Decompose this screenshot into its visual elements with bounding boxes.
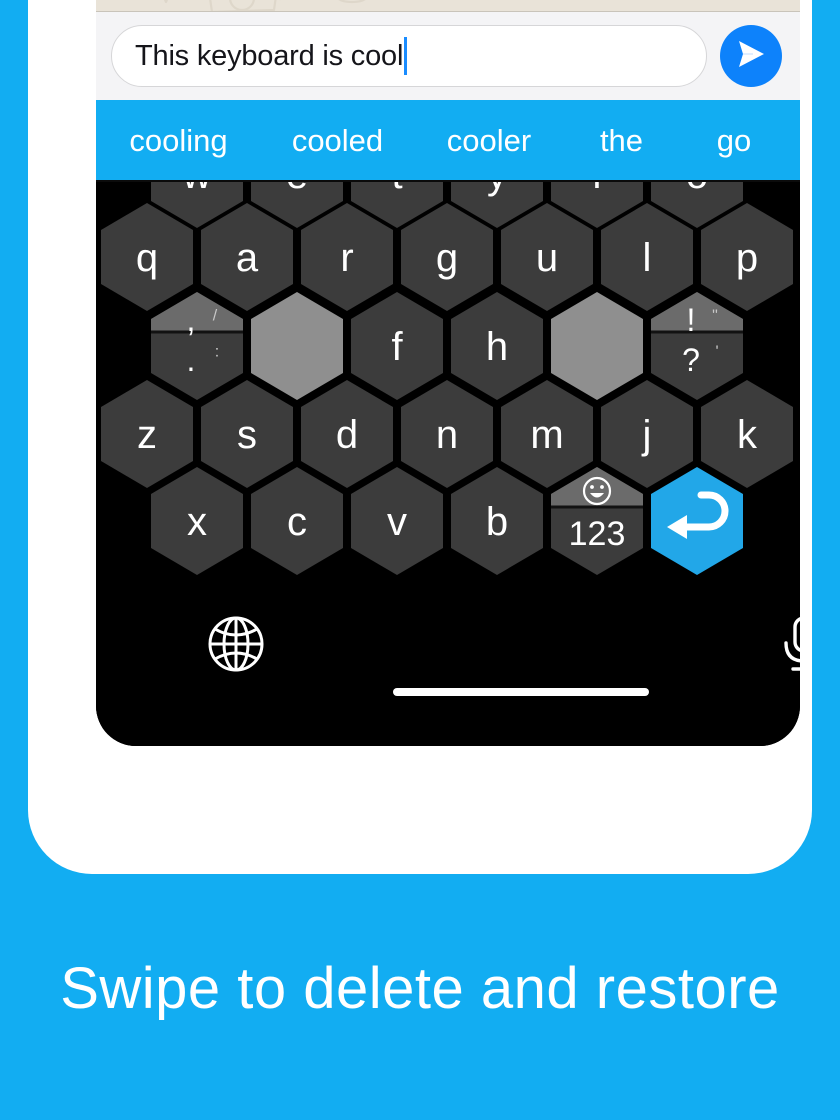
key-p[interactable]: p [701,203,793,311]
key-comma-period[interactable]: , /.: [151,292,243,400]
key-l-label: l [643,236,652,280]
key-a-label: a [236,236,259,280]
key-a[interactable]: a [201,203,293,311]
key-g-label: g [436,236,458,280]
key-q-label: q [136,236,158,280]
key-exclaim-question-bottom-sub: ' [715,344,718,361]
key-x-label: x [187,500,207,544]
key-b-label: b [486,500,508,544]
key-j-label: j [642,413,652,457]
suggestion-item-2[interactable]: cooled [261,123,414,159]
key-d-label: d [336,413,358,457]
key-i-label: i [593,182,602,197]
key-exclaim-question-bottom-main: ? [682,342,700,378]
key-h-label: h [486,325,508,369]
key-t-label: t [391,182,402,197]
key-space-right[interactable] [551,292,643,400]
suggestion-bar: cooling cooled cooler the go [96,100,800,182]
key-numeric-label: 123 [569,515,626,553]
key-h[interactable]: h [451,292,543,400]
key-y-label: y [487,182,507,197]
caption: Swipe to delete and restore [60,956,780,1021]
key-v-label: v [387,500,407,544]
key-u-label: u [536,236,558,280]
key-numeric[interactable]: 123 [551,467,643,575]
suggestion-item-5[interactable]: go [679,123,789,159]
text-cursor [404,37,408,75]
key-enter[interactable] [651,467,743,575]
key-space-left[interactable] [251,292,343,400]
key-s[interactable]: s [201,380,293,488]
phone-frame: This keyboard is cool cooling cooled coo… [28,0,812,874]
key-l[interactable]: l [601,203,693,311]
key-z[interactable]: z [101,380,193,488]
message-text: This keyboard is cool [135,39,404,72]
key-c[interactable]: c [251,467,343,575]
key-b[interactable]: b [451,467,543,575]
key-c-label: c [287,500,307,544]
message-input[interactable]: This keyboard is cool [111,25,707,87]
key-e-label: e [286,182,308,197]
home-indicator [393,688,649,696]
key-m-label: m [530,413,563,457]
key-x[interactable]: x [151,467,243,575]
send-button[interactable] [720,25,782,87]
compose-bar: This keyboard is cool [96,12,800,100]
key-m[interactable]: m [501,380,593,488]
globe-icon [204,616,268,680]
key-f-label: f [391,325,403,369]
key-s-label: s [237,413,257,457]
key-exclaim-question-top-sub: " [712,308,718,325]
key-p-label: p [736,236,758,280]
key-f[interactable]: f [351,292,443,400]
key-w-label: w [182,182,212,197]
key-u[interactable]: u [501,203,593,311]
microphone-icon [774,617,800,680]
globe-button[interactable] [204,612,268,676]
key-g[interactable]: g [401,203,493,311]
phone-screen: This keyboard is cool cooling cooled coo… [96,0,800,746]
key-n-label: n [436,413,458,457]
mic-button[interactable] [774,612,800,676]
key-r[interactable]: r [301,203,393,311]
key-k-label: k [737,413,758,457]
key-comma-period-top-main: , [187,302,196,338]
key-n[interactable]: n [401,380,493,488]
key-comma-period-top-sub: / [213,308,218,325]
key-v[interactable]: v [351,467,443,575]
key-d[interactable]: d [301,380,393,488]
suggestion-item-3[interactable]: cooler [414,123,564,159]
key-comma-period-bottom-main: . [187,342,196,378]
key-o-label: o [686,182,708,197]
key-r-label: r [340,236,353,280]
send-icon [734,37,768,76]
key-q[interactable]: q [101,203,193,311]
key-z-label: z [137,413,157,457]
key-exclaim-question-top-main: ! [687,302,696,338]
suggestion-item-1[interactable]: cooling [96,123,261,159]
key-exclaim-question[interactable]: ! "? ' [651,292,743,400]
key-j[interactable]: j [601,380,693,488]
keyboard: w e t y i o q a r g u l p, /.: f h! "? ' z s d n m j k x c v b 123 [96,182,800,746]
key-comma-period-bottom-sub: : [215,344,219,361]
key-k[interactable]: k [701,380,793,488]
suggestion-item-4[interactable]: the [564,123,679,159]
